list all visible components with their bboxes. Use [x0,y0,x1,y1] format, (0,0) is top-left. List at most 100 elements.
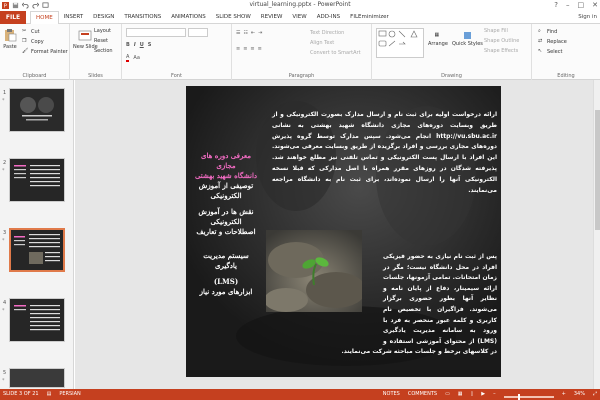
arrange-label: Arrange [428,41,448,47]
tab-file[interactable]: FILE [0,11,26,24]
zoom-slider[interactable] [503,394,554,400]
align-center-icon[interactable]: ≡ [243,46,247,52]
quick-styles-label: Quick Styles [452,41,483,47]
copy-icon: ❐ [22,38,27,44]
replace-button[interactable]: ⇄ Replace [538,38,567,45]
tab-design[interactable]: DESIGN [88,11,119,24]
layout-button[interactable]: Layout [94,28,111,34]
vertical-scrollbar[interactable] [593,80,600,389]
thumbnail-number: 4 [3,300,7,306]
cut-button[interactable]: ✂ Cut [22,28,40,35]
format-painter-button[interactable]: 🖌 Format Painter [22,48,68,55]
tab-animations[interactable]: ANIMATIONS [166,11,211,24]
tab-view[interactable]: VIEW [287,11,311,24]
underline-icon[interactable]: U [140,42,144,48]
strike-icon[interactable]: S [148,42,152,48]
slide-thumbnail-2[interactable] [9,158,65,202]
section-label: Section [94,48,113,54]
shape-outline-button[interactable]: Shape Outline [484,38,519,44]
bold-icon[interactable]: B [126,42,130,48]
help-button[interactable]: ? [554,1,558,9]
fit-slide-icon[interactable]: ⤢ [593,389,597,400]
numbering-icon[interactable]: ☷ [243,30,247,36]
language-indicator[interactable]: PERSIAN [59,389,80,400]
list-buttons[interactable]: ☰ ☷ ⇤ ⇥ [236,30,262,36]
align-right-icon[interactable]: ≡ [250,46,254,52]
zoom-out-button[interactable]: – [493,389,496,400]
tab-fileminimizer[interactable]: FILEminimizer [345,11,394,24]
thumbnail-number: 5 [3,370,7,376]
font-color-icon[interactable]: A [126,54,130,62]
comments-button[interactable]: COMMENTS [408,389,437,400]
tab-review[interactable]: REVIEW [256,11,288,24]
italic-icon[interactable]: I [134,42,136,48]
shape-effects-button[interactable]: Shape Effects [484,48,518,54]
layout-label: Layout [94,28,111,34]
slide-thumbnail-3[interactable] [9,228,65,272]
font-size-input[interactable] [188,28,208,37]
slide-sorter-icon[interactable]: ▦ [458,389,463,400]
convert-smartart-button[interactable]: Convert to SmartArt [310,50,361,56]
tab-insert[interactable]: INSERT [59,11,88,24]
align-text-button[interactable]: Align Text [310,40,334,46]
minimize-button[interactable]: – [566,1,570,9]
font-color-buttons[interactable]: A Aa [126,54,140,62]
slides-group-label: Slides [88,73,103,79]
reading-view-icon[interactable]: ▯ [471,389,474,400]
paste-label: Paste [3,44,17,50]
slide-thumbnail-5[interactable] [9,368,65,388]
font-format-buttons[interactable]: B I U S [126,42,151,48]
clipboard-group-label: Clipboard [22,73,47,79]
shapes-preview-icon [378,30,418,47]
align-left-icon[interactable]: ≡ [236,46,240,52]
tab-transitions[interactable]: TRANSITIONS [119,11,166,24]
editing-group-label: Editing [557,73,575,79]
slide-thumbnail-1[interactable] [9,88,65,132]
font-name-input[interactable] [126,28,186,37]
sign-in-link[interactable]: Sign in [578,11,597,24]
text-direction-label: Text Direction [310,30,345,36]
text-direction-button[interactable]: Text Direction [310,30,344,36]
reset-button[interactable]: Reset [94,38,108,44]
shapes-gallery[interactable] [376,28,424,58]
highlight-icon[interactable]: Aa [133,55,139,61]
scrollbar-thumb[interactable] [595,110,600,230]
align-text-label: Align Text [310,40,335,46]
outdent-icon[interactable]: ⇥ [258,30,262,36]
justify-icon[interactable]: ≡ [258,46,262,52]
shape-fill-button[interactable]: Shape Fill [484,28,508,34]
tab-slide-show[interactable]: SLIDE SHOW [211,11,256,24]
menu-item-roles-2: الکترونیکی [210,217,242,226]
tab-home[interactable]: HOME [30,11,59,25]
zoom-in-button[interactable]: + [562,389,566,400]
align-buttons[interactable]: ≡ ≡ ≡ ≡ [236,46,262,52]
notes-button[interactable]: NOTES [383,389,400,400]
select-button[interactable]: ↖ Select [538,48,562,55]
indent-icon[interactable]: ⇤ [251,30,255,36]
slide-thumbnail-4[interactable] [9,298,65,342]
close-button[interactable]: ✕ [592,1,598,9]
paste-button[interactable]: Paste [3,28,17,50]
find-button[interactable]: ⌕ Find [538,28,557,35]
arrange-button[interactable]: ▦ Arrange [428,32,448,47]
menu-item-roles: نقش ها در آموزش [198,207,254,216]
current-slide[interactable]: معرفی دوره های مجازی دانشگاه شهید بهشتی … [186,86,501,377]
menu-item-lms-3: (LMS) [213,277,239,286]
tab-add-ins[interactable]: ADD-INS [312,11,345,24]
drawing-group: ▦ Arrange Quick Styles Shape Fill Shape … [372,24,532,80]
quick-styles-button[interactable]: Quick Styles [452,32,483,47]
slideshow-icon[interactable]: ▶ [481,389,485,400]
select-icon: ↖ [538,48,543,54]
zoom-level[interactable]: 34% [574,389,585,400]
thumbnail-number: 2 [3,160,7,166]
maximize-button[interactable]: □ [578,1,585,9]
spellcheck-icon[interactable]: ▤ [47,389,52,400]
shape-outline-label: Shape Outline [484,38,520,44]
title-bar: P virtual_learning.pptx - PowerPoint ? –… [0,0,600,11]
shape-effects-label: Shape Effects [484,48,519,54]
section-button[interactable]: Section [94,48,113,54]
normal-view-icon[interactable]: ▭ [445,389,450,400]
zoom-slider-knob[interactable] [517,394,520,400]
bullets-icon[interactable]: ☰ [236,30,240,36]
copy-button[interactable]: ❐ Copy [22,38,44,45]
